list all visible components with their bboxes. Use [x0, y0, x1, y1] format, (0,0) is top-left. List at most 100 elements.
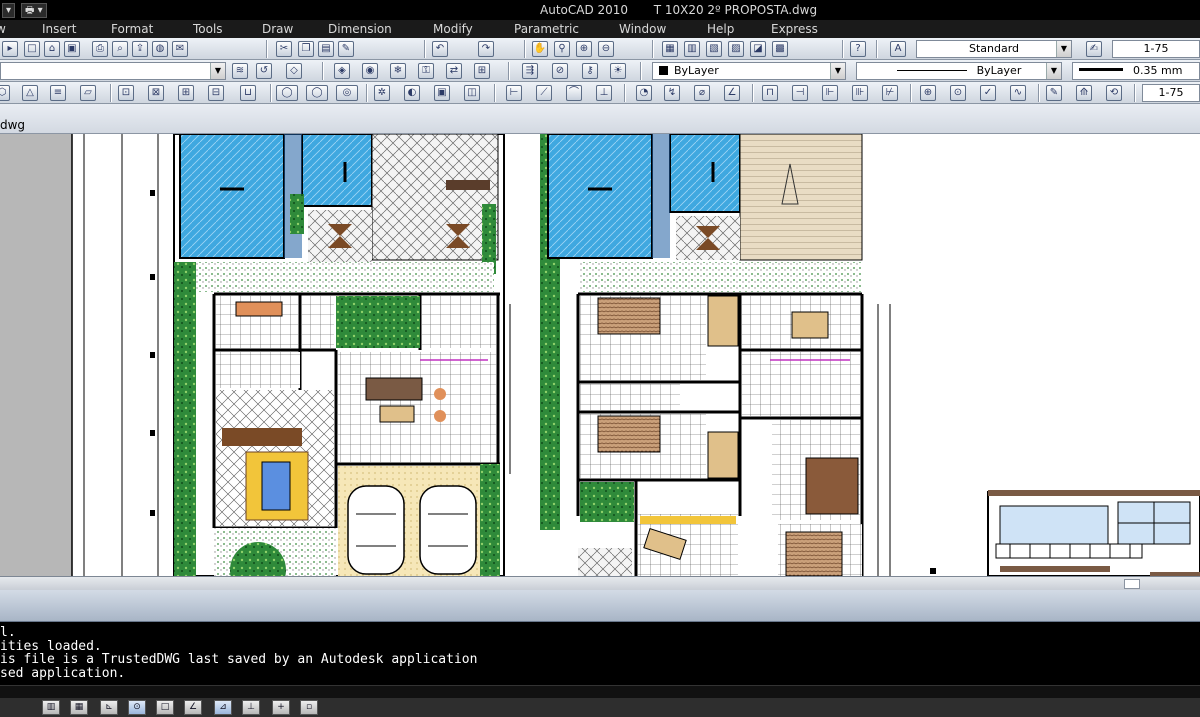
polar-tracking-icon[interactable]: ⊙: [128, 700, 146, 715]
plot-icon[interactable]: ⎙: [92, 41, 108, 57]
3d-orbit-icon[interactable]: ✲: [374, 85, 390, 101]
menu-parametric[interactable]: Parametric: [514, 22, 579, 36]
layer-unlock-icon[interactable]: ⚷: [582, 63, 598, 79]
text-style-dropdown[interactable]: Standard ▼: [916, 40, 1072, 58]
menu-insert[interactable]: Insert: [42, 22, 76, 36]
dim-baseline-icon[interactable]: ⊣: [792, 85, 808, 101]
hatch-icon[interactable]: ≡: [50, 85, 66, 101]
material-icon[interactable]: ▣: [434, 85, 450, 101]
dim-style-dropdown[interactable]: 1-75: [1142, 84, 1200, 102]
dim-space-icon[interactable]: ⊪: [852, 85, 868, 101]
layer-thaw-icon[interactable]: ☀: [610, 63, 626, 79]
toolbar-grip-icon[interactable]: ▸: [2, 41, 18, 57]
undo-icon[interactable]: ↶: [432, 41, 448, 57]
layer-walk-icon[interactable]: ⇶: [522, 63, 538, 79]
make-object-layer-current-icon[interactable]: ≋: [232, 63, 248, 79]
paste-icon[interactable]: ▤: [318, 41, 334, 57]
menu-dimension[interactable]: Dimension: [328, 22, 392, 36]
zoom-realtime-icon[interactable]: ⚲: [554, 41, 570, 57]
dim-style-icon[interactable]: ✍: [1086, 41, 1102, 57]
center-mark-icon[interactable]: ⊙: [950, 85, 966, 101]
dim-aligned-icon[interactable]: ⟋: [536, 85, 552, 101]
lineweight-toggle-icon[interactable]: ▫: [300, 700, 318, 715]
dim-scale-dropdown[interactable]: 1-75: [1112, 40, 1200, 58]
attribute-icon[interactable]: ⊟: [208, 85, 224, 101]
save-icon[interactable]: ▣: [64, 41, 80, 57]
layer-isolate-icon[interactable]: ◈: [334, 63, 350, 79]
ellipse-icon[interactable]: ◯: [276, 85, 298, 101]
menu-window[interactable]: Window: [619, 22, 666, 36]
properties-icon[interactable]: ▦: [662, 41, 678, 57]
block-icon[interactable]: ⊡: [118, 85, 134, 101]
new-icon[interactable]: □: [24, 41, 40, 57]
menu-express[interactable]: Express: [771, 22, 818, 36]
pan-icon[interactable]: ✋: [532, 41, 548, 57]
inspection-icon[interactable]: ✓: [980, 85, 996, 101]
3d-object-snap-icon[interactable]: ∠: [184, 700, 202, 715]
qat-dropdown-button[interactable]: ▾: [2, 2, 16, 18]
dim-linear-icon[interactable]: ⊢: [506, 85, 522, 101]
design-center-icon[interactable]: ▥: [684, 41, 700, 57]
region-icon[interactable]: △: [22, 85, 38, 101]
object-snap-icon[interactable]: □: [156, 700, 174, 715]
menu-modify[interactable]: Modify: [433, 22, 473, 36]
menu-format[interactable]: Format: [111, 22, 153, 36]
menu-draw[interactable]: Draw: [262, 22, 293, 36]
scrollbar-thumb[interactable]: [1124, 579, 1140, 589]
dim-break-icon[interactable]: ⊬: [882, 85, 898, 101]
dim-update-icon[interactable]: ⟲: [1106, 85, 1122, 101]
redo-icon[interactable]: ↷: [478, 41, 494, 57]
command-input[interactable]: [0, 685, 1200, 698]
layer-delete-icon[interactable]: ⊘: [552, 63, 568, 79]
jogged-linear-icon[interactable]: ∿: [1010, 85, 1026, 101]
3d-dwf-icon[interactable]: ◍: [152, 41, 168, 57]
dynamic-input-icon[interactable]: +: [272, 700, 290, 715]
tolerance-icon[interactable]: ⊕: [920, 85, 936, 101]
dim-edit-icon[interactable]: ✎: [1046, 85, 1062, 101]
dynamic-ucs-icon[interactable]: ⊥: [242, 700, 260, 715]
markup-icon[interactable]: ◪: [750, 41, 766, 57]
render-icon[interactable]: ◐: [404, 85, 420, 101]
grid-display-icon[interactable]: ▦: [70, 700, 88, 715]
drawing-tab[interactable]: dwg: [0, 118, 25, 132]
linetype-dropdown[interactable]: ByLayer ▼: [856, 62, 1062, 80]
etransmit-icon[interactable]: ✉: [172, 41, 188, 57]
object-snap-tracking-icon[interactable]: ⊿: [214, 700, 232, 715]
wipeout-icon[interactable]: ▱: [80, 85, 96, 101]
dim-diameter-icon[interactable]: ⌀: [694, 85, 710, 101]
dim-arc-icon[interactable]: ⌒: [566, 85, 582, 101]
xref-icon[interactable]: ⊔: [240, 85, 256, 101]
dim-radius-icon[interactable]: ◔: [636, 85, 652, 101]
match-properties-icon[interactable]: ✎: [338, 41, 354, 57]
quick-dim-icon[interactable]: ⊓: [762, 85, 778, 101]
ellipse-arc-icon[interactable]: ◯: [306, 85, 328, 101]
menu-help[interactable]: Help: [707, 22, 734, 36]
plot-preview-icon[interactable]: ⌕: [112, 41, 128, 57]
copy-icon[interactable]: ❐: [298, 41, 314, 57]
dim-text-edit-icon[interactable]: ⟰: [1076, 85, 1092, 101]
layer-lock-icon[interactable]: ⚿: [418, 63, 434, 79]
drawing-canvas[interactable]: [0, 134, 1200, 576]
donut-icon[interactable]: ◎: [336, 85, 358, 101]
tool-palettes-icon[interactable]: ▧: [706, 41, 722, 57]
color-dropdown[interactable]: ByLayer ▼: [652, 62, 846, 80]
horizontal-scrollbar[interactable]: [0, 576, 1200, 590]
layer-dropdown[interactable]: ▼: [0, 62, 226, 80]
layer-tool-icon[interactable]: ◇: [286, 63, 302, 79]
publish-icon[interactable]: ⇪: [132, 41, 148, 57]
snap-mode-icon[interactable]: ▥: [42, 700, 60, 715]
layer-off-icon[interactable]: ◉: [362, 63, 378, 79]
dim-jogged-icon[interactable]: ↯: [664, 85, 680, 101]
polygon-icon[interactable]: ⬡: [0, 85, 10, 101]
zoom-window-icon[interactable]: ⊕: [576, 41, 592, 57]
layer-merge-icon[interactable]: ⊞: [474, 63, 490, 79]
insert-block-icon[interactable]: ⊠: [148, 85, 164, 101]
cut-icon[interactable]: ✂: [276, 41, 292, 57]
zoom-previous-icon[interactable]: ⊖: [598, 41, 614, 57]
menu-view-partial[interactable]: w: [0, 22, 6, 36]
ortho-mode-icon[interactable]: ⊾: [100, 700, 118, 715]
sheet-set-icon[interactable]: ▨: [728, 41, 744, 57]
menu-tools[interactable]: Tools: [193, 22, 223, 36]
calculator-icon[interactable]: ▩: [772, 41, 788, 57]
dim-ordinate-icon[interactable]: ⊥: [596, 85, 612, 101]
